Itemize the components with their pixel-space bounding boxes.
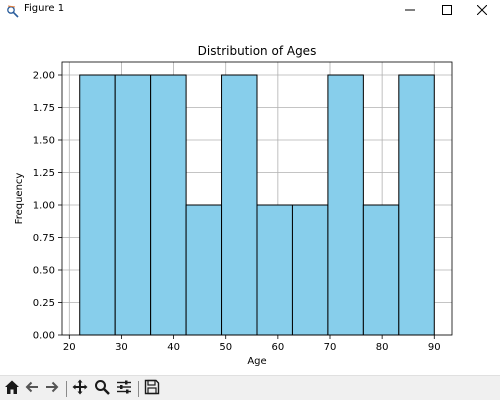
histogram-bar <box>185 204 223 336</box>
y-tick-label: 0.75 <box>33 233 55 244</box>
toolbar-separator <box>138 381 139 397</box>
histogram-bar <box>114 74 152 336</box>
matplotlib-figure-icon <box>6 3 20 18</box>
histogram-bar <box>398 74 435 336</box>
forward-button[interactable] <box>43 380 61 398</box>
pan-button[interactable] <box>71 379 89 399</box>
chart-title: Distribution of Ages <box>198 44 317 58</box>
pan-move-icon <box>72 379 88 399</box>
x-tick-label: 60 <box>271 342 284 353</box>
configure-subplots-button[interactable] <box>115 380 133 398</box>
forward-arrow-icon <box>44 379 60 399</box>
histogram-bar <box>256 204 293 336</box>
back-button[interactable] <box>23 380 41 398</box>
y-tick-label: 1.75 <box>33 103 55 114</box>
back-arrow-icon <box>24 379 40 399</box>
y-tick-label: 2.00 <box>33 71 55 82</box>
minimize-icon <box>405 5 415 15</box>
x-tick-label: 30 <box>115 342 128 353</box>
title-bar: Figure 1 <box>0 0 500 20</box>
y-tick-label: 0.25 <box>33 298 55 309</box>
x-tick-label: 70 <box>324 342 337 353</box>
home-icon <box>4 379 20 399</box>
x-tick-label: 40 <box>167 342 180 353</box>
x-tick-label: 50 <box>219 342 232 353</box>
maximize-button[interactable] <box>429 0 465 20</box>
y-tick-label: 1.25 <box>33 168 55 179</box>
histogram-bar <box>291 204 329 336</box>
zoom-button[interactable] <box>93 380 111 398</box>
figure-window: Figure 1 20 30 40 50 60 70 80 90 0.00 0.25 0.50 0.7… <box>0 0 500 400</box>
y-axis-label: Frequency <box>14 173 25 225</box>
y-tick-label: 1.50 <box>33 136 55 147</box>
y-tick-label: 1.00 <box>33 201 55 212</box>
maximize-icon <box>442 5 452 15</box>
x-axis-label: Age <box>247 356 266 367</box>
navigation-toolbar <box>0 375 500 400</box>
figure-canvas[interactable]: 20 30 40 50 60 70 80 90 0.00 0.25 0.50 0.75 1.00 1.25… <box>0 20 500 375</box>
window-title: Figure 1 <box>24 3 65 14</box>
y-tick-label: 0.50 <box>33 266 55 277</box>
configure-subplots-icon <box>116 379 132 399</box>
save-button[interactable] <box>143 379 161 399</box>
toolbar-separator <box>66 381 67 397</box>
zoom-magnifier-icon <box>94 379 110 399</box>
y-tick-label: 0.00 <box>33 331 55 342</box>
close-icon <box>477 5 487 15</box>
histogram-bar <box>221 74 258 336</box>
x-tick-label: 20 <box>63 342 76 353</box>
histogram-bar <box>150 74 187 336</box>
x-tick-label: 80 <box>376 342 389 353</box>
histogram-bar <box>79 74 116 336</box>
x-tick-label: 90 <box>428 342 441 353</box>
histogram-chart: 20 30 40 50 60 70 80 90 0.00 0.25 0.50 0.75 1.00 1.25… <box>0 20 500 375</box>
histogram-bar <box>327 74 364 336</box>
home-button[interactable] <box>3 380 21 398</box>
minimize-button[interactable] <box>392 0 428 20</box>
save-floppy-icon <box>144 379 160 399</box>
close-button[interactable] <box>464 0 500 20</box>
histogram-bar <box>362 204 400 336</box>
